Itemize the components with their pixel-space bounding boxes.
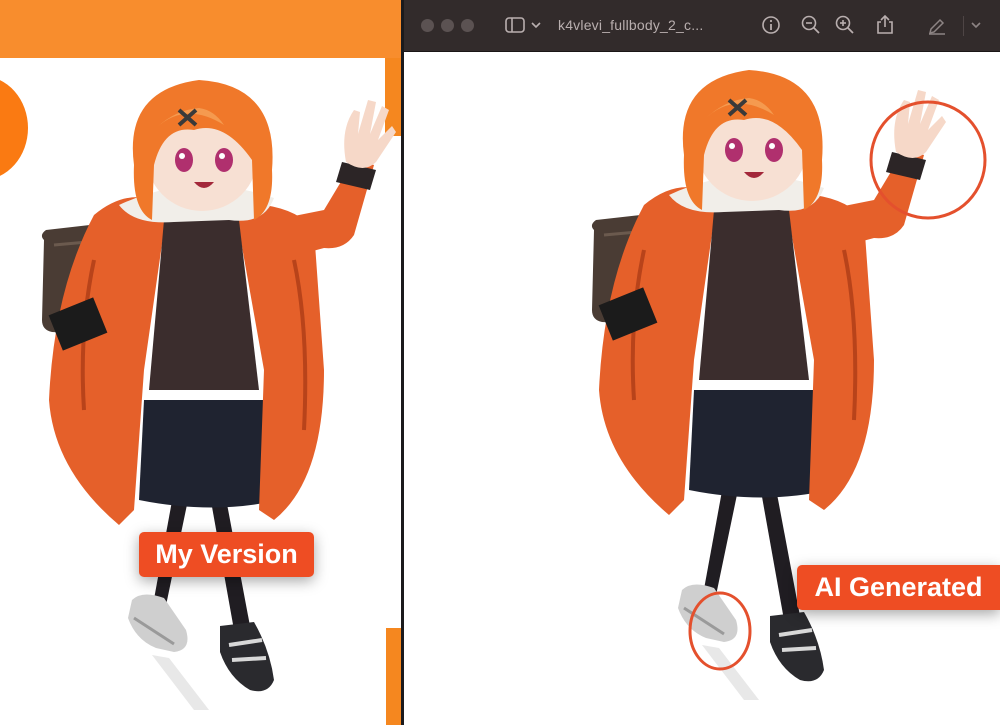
my-version-label: My Version bbox=[139, 532, 314, 577]
character-illustration-ai-generated bbox=[589, 68, 948, 702]
window-title: k4vlevi_fullbody_2_c... bbox=[558, 17, 704, 33]
close-window-button[interactable] bbox=[421, 19, 434, 32]
sidebar-toggle-icon[interactable] bbox=[504, 14, 526, 36]
left-window bbox=[0, 0, 401, 725]
maximize-window-button[interactable] bbox=[461, 19, 474, 32]
share-icon[interactable] bbox=[874, 14, 896, 36]
markup-pen-icon[interactable] bbox=[926, 14, 948, 36]
zoom-in-icon[interactable] bbox=[834, 14, 856, 36]
toolbar-separator bbox=[963, 16, 964, 36]
preview-window: k4vlevi_fullbody_2_c... bbox=[404, 0, 1000, 725]
image-canvas bbox=[404, 52, 1000, 725]
character-illustration-my-version bbox=[39, 78, 399, 712]
chevron-down-icon[interactable] bbox=[970, 14, 982, 36]
chevron-down-icon[interactable] bbox=[530, 14, 542, 36]
minimize-window-button[interactable] bbox=[441, 19, 454, 32]
left-header-bar bbox=[0, 0, 401, 58]
info-icon[interactable] bbox=[760, 14, 782, 36]
zoom-out-icon[interactable] bbox=[800, 14, 822, 36]
ai-generated-label: AI Generated bbox=[797, 565, 1000, 610]
window-titlebar: k4vlevi_fullbody_2_c... bbox=[404, 0, 1000, 52]
